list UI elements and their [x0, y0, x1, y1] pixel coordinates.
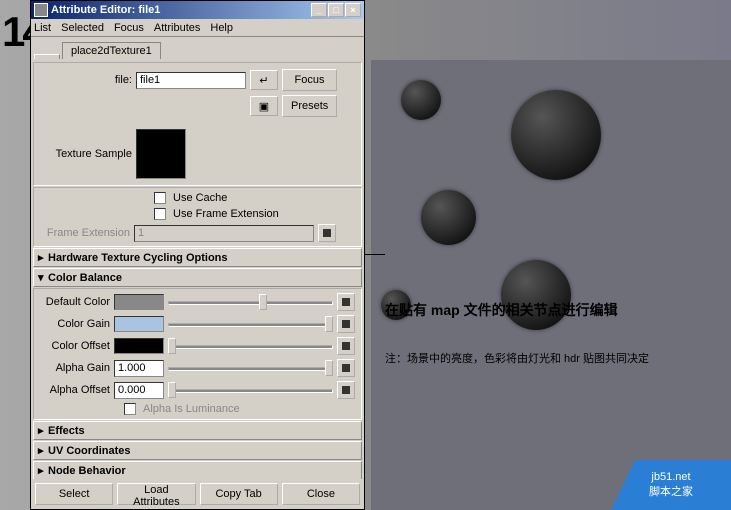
file-label: file:	[42, 74, 132, 86]
select-button[interactable]: Select	[35, 483, 113, 505]
menu-help[interactable]: Help	[210, 22, 233, 34]
sphere-object	[401, 80, 441, 120]
viewport-3d[interactable]	[371, 60, 731, 510]
arrow-icon: ↵	[259, 74, 268, 87]
file-input[interactable]: file1	[136, 72, 246, 89]
map-button[interactable]	[318, 224, 336, 242]
titlebar[interactable]: Attribute Editor: file1 _ □ ×	[31, 1, 364, 19]
color-gain-swatch[interactable]	[114, 316, 164, 332]
app-icon	[34, 3, 48, 17]
footer: Select Load Attributes Copy Tab Close	[31, 479, 364, 509]
presets-button[interactable]: Presets	[282, 95, 337, 117]
use-cache-label: Use Cache	[173, 192, 227, 204]
texture-sample-label: Texture Sample	[42, 148, 132, 160]
default-color-label: Default Color	[40, 296, 110, 308]
arrow-down-icon: ▾	[38, 271, 48, 284]
color-gain-slider[interactable]	[168, 316, 333, 332]
color-offset-slider[interactable]	[168, 338, 333, 354]
menu-attributes[interactable]: Attributes	[154, 22, 200, 34]
arrow-right-icon: ▸	[38, 444, 48, 457]
arrow-right-icon: ▸	[38, 464, 48, 477]
arrow-right-icon: ▸	[38, 424, 48, 437]
export-icon: ▣	[259, 100, 269, 113]
texture-sample-swatch[interactable]	[136, 129, 186, 179]
map-button[interactable]	[337, 337, 355, 355]
section-color-balance[interactable]: ▾Color Balance	[33, 268, 362, 287]
load-attributes-button[interactable]: Load Attributes	[117, 483, 195, 505]
menu-selected[interactable]: Selected	[61, 22, 104, 34]
focus-button[interactable]: Focus	[282, 69, 337, 91]
preset-icon[interactable]: ▣	[250, 96, 278, 116]
alpha-offset-slider[interactable]	[168, 382, 333, 398]
alpha-offset-label: Alpha Offset	[40, 384, 110, 396]
use-cache-checkbox[interactable]	[154, 192, 166, 204]
section-hw-texture-cycling[interactable]: ▸Hardware Texture Cycling Options	[33, 248, 362, 267]
alpha-gain-label: Alpha Gain	[40, 362, 110, 374]
menu-list[interactable]: List	[34, 22, 51, 34]
color-offset-swatch[interactable]	[114, 338, 164, 354]
alpha-luminance-label: Alpha Is Luminance	[143, 403, 240, 415]
watermark-name: 脚本之家	[649, 483, 693, 499]
map-button[interactable]	[337, 381, 355, 399]
sphere-object	[511, 90, 601, 180]
menubar: List Selected Focus Attributes Help	[31, 19, 364, 37]
section-node-behavior[interactable]: ▸Node Behavior	[33, 461, 362, 479]
annotation-main: 在贴有 map 文件的相关节点进行编辑	[385, 300, 618, 320]
close-footer-button[interactable]: Close	[282, 483, 360, 505]
default-color-slider[interactable]	[168, 294, 333, 310]
default-color-swatch[interactable]	[114, 294, 164, 310]
maximize-button[interactable]: □	[328, 3, 344, 17]
watermark-url: jb51.net	[651, 471, 690, 483]
copy-tab-button[interactable]: Copy Tab	[200, 483, 278, 505]
section-uv-coordinates[interactable]: ▸UV Coordinates	[33, 441, 362, 460]
frame-ext-input: 1	[134, 225, 314, 242]
section-effects[interactable]: ▸Effects	[33, 421, 362, 440]
map-button[interactable]	[337, 315, 355, 333]
focus-node-icon[interactable]: ↵	[250, 70, 278, 90]
menu-focus[interactable]: Focus	[114, 22, 144, 34]
use-frame-ext-checkbox[interactable]	[154, 208, 166, 220]
map-button[interactable]	[337, 293, 355, 311]
close-button[interactable]: ×	[345, 3, 361, 17]
minimize-button[interactable]: _	[311, 3, 327, 17]
alpha-luminance-checkbox[interactable]	[124, 403, 136, 415]
sphere-object	[421, 190, 476, 245]
annotation-note: 注：场景中的亮度，色彩将由灯光和 hdr 贴图共同决定	[385, 350, 649, 366]
alpha-offset-input[interactable]: 0.000	[114, 382, 164, 399]
color-offset-label: Color Offset	[40, 340, 110, 352]
color-gain-label: Color Gain	[40, 318, 110, 330]
frame-ext-label: Frame Extension	[40, 227, 130, 239]
tab-place2dtexture[interactable]: place2dTexture1	[62, 42, 161, 59]
use-frame-ext-label: Use Frame Extension	[173, 208, 279, 220]
window-title: Attribute Editor: file1	[51, 4, 160, 16]
arrow-right-icon: ▸	[38, 251, 48, 264]
tab-bar: place2dTexture1	[31, 37, 364, 59]
alpha-gain-input[interactable]: 1.000	[114, 360, 164, 377]
map-button[interactable]	[337, 359, 355, 377]
attribute-editor-window: Attribute Editor: file1 _ □ × List Selec…	[30, 0, 365, 510]
alpha-gain-slider[interactable]	[168, 360, 333, 376]
content-area: file: file1 ↵ Focus ▣ Presets Texture Sa…	[31, 59, 364, 479]
